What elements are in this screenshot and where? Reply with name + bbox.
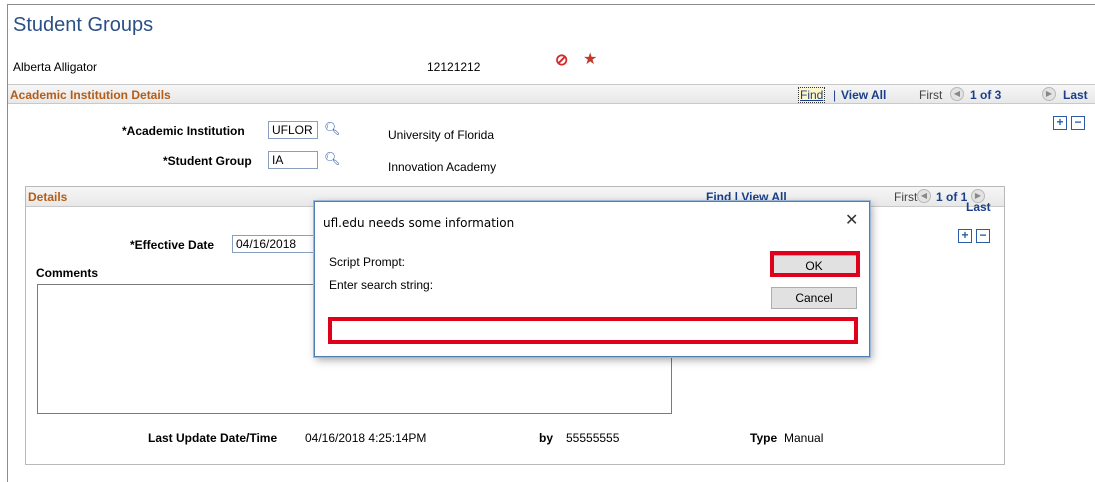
search-input-highlight [328,317,858,344]
delete-row-button[interactable]: − [1071,116,1085,130]
cancel-button[interactable]: Cancel [771,287,857,309]
ok-button-highlight [770,251,860,277]
group-description: Innovation Academy [388,160,497,174]
institution-lookup-icon[interactable]: 🔍︎ [324,121,341,137]
dialog-message: Enter search string: [329,278,434,292]
script-prompt-label: Script Prompt: [329,255,406,269]
row-count: 1 of 3 [970,88,1002,102]
details-previous-icon[interactable]: ◀ [917,189,931,203]
star-icon: ★ [583,51,598,68]
last-update-label: Last Update Date/Time [148,431,278,445]
no-entry-icon: ⊘ [555,52,569,69]
details-add-row-button[interactable]: + [958,229,972,243]
last-update-value: 04/16/2018 4:25:14PM [305,431,427,445]
student-id: 12121212 [427,60,481,74]
details-last-link[interactable]: Last [966,200,991,214]
academic-institution-input[interactable]: UFLOR [268,121,318,139]
last-link[interactable]: Last [1063,88,1088,102]
effective-date-label: *Effective Date [130,238,215,252]
student-group-input[interactable]: IA [268,151,318,169]
previous-icon[interactable]: ◀ [950,87,964,101]
section-title: Academic Institution Details [10,88,171,102]
details-delete-row-button[interactable]: − [976,229,990,243]
separator: | [833,88,837,102]
first-label: First [919,88,943,102]
close-icon[interactable]: ✕ [845,210,858,230]
student-name: Alberta Alligator [13,60,98,74]
academic-institution-label: *Academic Institution [122,124,245,138]
type-value: Manual [784,431,824,445]
effective-date-input[interactable]: 04/16/2018 [232,235,316,253]
by-value: 55555555 [566,431,620,445]
script-prompt-dialog: ufl.edu needs some information ✕ Script … [314,201,870,357]
type-label: Type [750,431,778,445]
page-title: Student Groups [13,14,154,36]
details-row-count: 1 of 1 [936,190,968,204]
group-lookup-icon[interactable]: 🔍︎ [324,151,341,167]
institution-description: University of Florida [388,128,495,142]
find-link[interactable]: Find [798,87,826,103]
comments-label: Comments [36,266,99,280]
dialog-title: ufl.edu needs some information [323,216,515,230]
add-row-button[interactable]: + [1053,116,1067,130]
by-label: by [539,431,554,445]
academic-institution-details-header: Academic Institution Details Find | View… [8,84,1095,104]
next-icon[interactable]: ▶ [1042,87,1056,101]
student-group-label: *Student Group [163,154,252,168]
view-all-link[interactable]: View All [841,88,886,102]
details-title: Details [28,190,68,204]
details-first-label: First [894,190,918,204]
